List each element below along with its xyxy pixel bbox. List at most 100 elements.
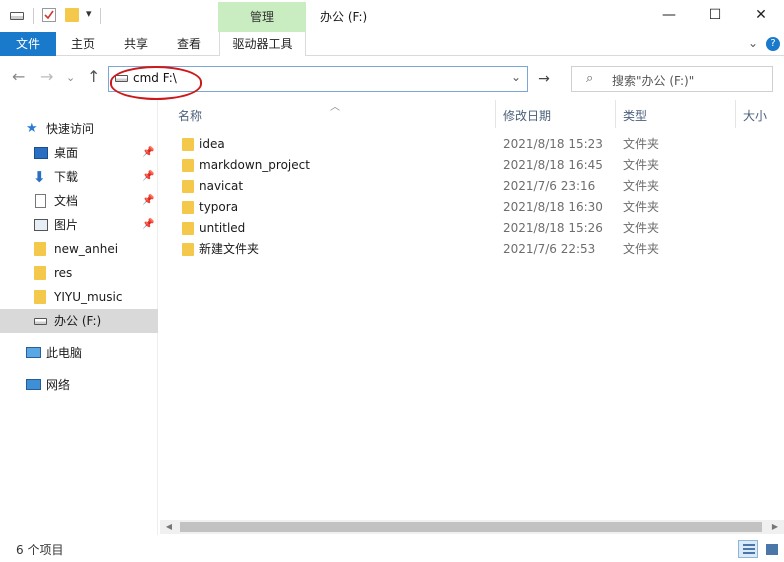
- folder-icon: [34, 266, 46, 280]
- sidebar-item-yiyu-music[interactable]: YIYU_music: [0, 285, 158, 309]
- file-modified: 2021/8/18 16:45: [503, 158, 603, 172]
- window-title: 办公 (F:): [320, 10, 368, 24]
- sidebar-item-label: 图片: [54, 218, 79, 232]
- file-modified: 2021/7/6 22:53: [503, 242, 596, 256]
- forward-button[interactable]: →: [40, 67, 53, 86]
- sidebar-item-documents[interactable]: 文档 📌: [0, 189, 158, 213]
- address-bar[interactable]: cmd F:\ ⌄: [108, 66, 528, 92]
- sidebar-item-res[interactable]: res: [0, 261, 158, 285]
- navigation-pane: ★ 快速访问 桌面 📌 ⬇ 下载 📌 文档 📌 图片 📌 new_anhei r…: [0, 100, 158, 535]
- table-row[interactable]: untitled 2021/8/18 15:26 文件夹: [160, 218, 784, 239]
- sidebar-item-new-anhei[interactable]: new_anhei: [0, 237, 158, 261]
- address-dropdown-icon[interactable]: ⌄: [511, 70, 521, 84]
- folder-icon: [182, 243, 194, 256]
- column-header-size[interactable]: 大小: [743, 107, 767, 124]
- column-divider[interactable]: [615, 100, 616, 128]
- file-name: markdown_project: [199, 158, 310, 172]
- sidebar-item-label: res: [54, 266, 73, 280]
- scroll-right-icon[interactable]: ▶: [768, 520, 782, 534]
- search-field[interactable]: ⌕ 搜索"办公 (F:)": [571, 66, 773, 92]
- large-icons-view-icon: [766, 544, 778, 555]
- new-folder-icon[interactable]: [65, 8, 79, 22]
- pin-icon: 📌: [142, 219, 155, 230]
- star-icon: ★: [26, 121, 38, 136]
- expand-ribbon-icon[interactable]: ⌄: [748, 36, 758, 50]
- table-row[interactable]: idea 2021/8/18 15:23 文件夹: [160, 134, 784, 155]
- file-name: untitled: [199, 221, 246, 235]
- scroll-left-icon[interactable]: ◀: [162, 520, 176, 534]
- recent-locations-button[interactable]: ⌄: [66, 71, 75, 84]
- horizontal-scrollbar[interactable]: ◀ ▶: [160, 520, 784, 534]
- column-header-name[interactable]: 名称: [178, 107, 202, 124]
- up-button[interactable]: ↑: [87, 67, 100, 86]
- column-divider[interactable]: [735, 100, 736, 128]
- back-button[interactable]: ←: [12, 67, 25, 86]
- details-view-button[interactable]: [738, 540, 758, 558]
- maximize-button[interactable]: ☐: [692, 0, 738, 30]
- details-view-icon: [743, 544, 755, 554]
- drive-icon: [34, 318, 47, 325]
- sidebar-item-downloads[interactable]: ⬇ 下载 📌: [0, 165, 158, 189]
- scrollbar-thumb[interactable]: [180, 522, 762, 532]
- table-row[interactable]: markdown_project 2021/8/18 16:45 文件夹: [160, 155, 784, 176]
- file-name: navicat: [199, 179, 244, 193]
- item-count: 6 个项目: [16, 543, 64, 557]
- ribbon-tabs: 文件 主页 共享 查看 驱动器工具 ⌄ ?: [0, 32, 784, 56]
- sidebar-item-drive-f[interactable]: 办公 (F:): [0, 309, 158, 333]
- column-header-type[interactable]: 类型: [623, 107, 647, 124]
- column-header-modified[interactable]: 修改日期: [503, 107, 551, 124]
- properties-icon[interactable]: [42, 8, 56, 22]
- table-row[interactable]: 新建文件夹 2021/7/6 22:53 文件夹: [160, 239, 784, 260]
- sidebar-item-quick-access[interactable]: ★ 快速访问: [0, 117, 158, 141]
- folder-icon: [182, 138, 194, 151]
- folder-icon: [182, 159, 194, 172]
- tab-drive-tools[interactable]: 驱动器工具: [219, 32, 306, 56]
- pin-icon: 📌: [142, 171, 155, 182]
- tab-home[interactable]: 主页: [60, 32, 106, 56]
- go-button[interactable]: →: [530, 66, 558, 92]
- drive-icon: [115, 75, 128, 82]
- help-icon[interactable]: ?: [766, 37, 780, 51]
- tab-manage[interactable]: 管理: [218, 2, 306, 32]
- file-name: 新建文件夹: [199, 242, 260, 256]
- folder-icon: [182, 222, 194, 235]
- sidebar-item-label: 文档: [54, 194, 79, 208]
- tab-view[interactable]: 查看: [166, 32, 212, 56]
- sidebar-item-pictures[interactable]: 图片 📌: [0, 213, 158, 237]
- minimize-button[interactable]: —: [646, 0, 692, 30]
- sidebar-item-label: 下载: [54, 170, 79, 184]
- folder-icon: [34, 242, 46, 256]
- close-button[interactable]: ✕: [738, 0, 784, 30]
- file-type: 文件夹: [623, 158, 660, 172]
- file-modified: 2021/8/18 15:26: [503, 221, 603, 235]
- column-header-row: ︿ 名称 修改日期 类型 大小: [160, 100, 784, 128]
- sidebar-item-label: 桌面: [54, 146, 79, 160]
- file-modified: 2021/8/18 16:30: [503, 200, 603, 214]
- sidebar-item-this-pc[interactable]: 此电脑: [0, 341, 158, 365]
- drive-icon[interactable]: [10, 12, 24, 20]
- table-row[interactable]: typora 2021/8/18 16:30 文件夹: [160, 197, 784, 218]
- file-modified: 2021/8/18 15:23: [503, 137, 603, 151]
- title-bar: ▾ 管理 办公 (F:) — ☐ ✕: [0, 0, 784, 32]
- file-name: typora: [199, 200, 239, 214]
- document-icon: [35, 194, 46, 208]
- file-type: 文件夹: [623, 221, 660, 235]
- folder-icon: [34, 290, 46, 304]
- tab-file[interactable]: 文件: [0, 32, 56, 56]
- search-input[interactable]: 搜索"办公 (F:)": [612, 72, 694, 89]
- file-modified: 2021/7/6 23:16: [503, 179, 596, 193]
- download-icon: ⬇: [33, 168, 46, 186]
- tab-share[interactable]: 共享: [114, 32, 158, 56]
- quick-access-dropdown-icon[interactable]: ▾: [86, 7, 92, 20]
- table-row[interactable]: navicat 2021/7/6 23:16 文件夹: [160, 176, 784, 197]
- file-type: 文件夹: [623, 200, 660, 214]
- divider: [33, 8, 34, 24]
- pin-icon: 📌: [142, 195, 155, 206]
- status-bar: 6 个项目: [0, 536, 784, 562]
- sidebar-item-label: 网络: [46, 378, 71, 392]
- sidebar-item-network[interactable]: 网络: [0, 373, 158, 397]
- address-input[interactable]: cmd F:\: [133, 71, 177, 85]
- sidebar-item-desktop[interactable]: 桌面 📌: [0, 141, 158, 165]
- large-icons-view-button[interactable]: [762, 540, 782, 558]
- column-divider[interactable]: [495, 100, 496, 128]
